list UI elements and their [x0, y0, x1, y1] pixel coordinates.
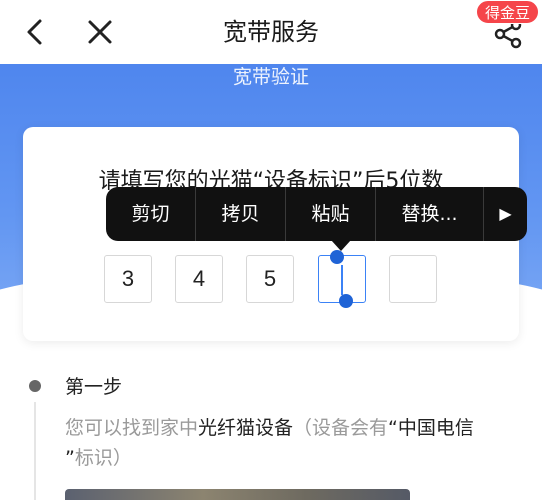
device-photo [65, 489, 410, 500]
step-desc-highlight-device: 光纤猫设备 [198, 417, 294, 439]
step-desc-quote: ” [65, 447, 75, 469]
selection-handle-start[interactable] [330, 250, 344, 264]
menu-item-cut[interactable]: 剪切 [106, 187, 196, 241]
gold-bean-badge[interactable]: 得金豆 [476, 0, 540, 24]
navbar: 宽带服务 得金豆 [0, 0, 542, 64]
step-title: 第一步 [65, 376, 123, 398]
menu-next-arrow-icon[interactable]: ▶ [484, 187, 527, 241]
step-desc-middle: （设备会有 [293, 417, 389, 439]
digit-box-1[interactable]: 3 [104, 255, 152, 303]
menu-item-copy[interactable]: 拷贝 [196, 187, 286, 241]
page-title: 宽带服务 [223, 18, 319, 46]
hero-subtitle: 宽带验证 [232, 66, 309, 88]
digit-box-2[interactable]: 4 [175, 255, 223, 303]
step-desc-highlight-telecom: “中国电信 [388, 417, 474, 439]
step-timeline [34, 402, 36, 500]
text-context-menu: 剪切 拷贝 粘贴 替换... ▶ [106, 187, 527, 241]
context-menu-pointer [331, 240, 351, 251]
step-description: 您可以找到家中光纤猫设备（设备会有“中国电信 ”标识） [65, 413, 515, 473]
text-caret [341, 265, 343, 295]
menu-item-replace[interactable]: 替换... [376, 187, 484, 241]
digit-box-5[interactable] [389, 255, 437, 303]
step-desc-suffix: 标识） [74, 447, 132, 469]
step-desc-prefix: 您可以找到家中 [65, 417, 199, 439]
digit-box-3[interactable]: 5 [246, 255, 294, 303]
selection-handle-end[interactable] [339, 294, 353, 308]
step-bullet [29, 380, 41, 392]
menu-item-paste[interactable]: 粘贴 [286, 187, 376, 241]
